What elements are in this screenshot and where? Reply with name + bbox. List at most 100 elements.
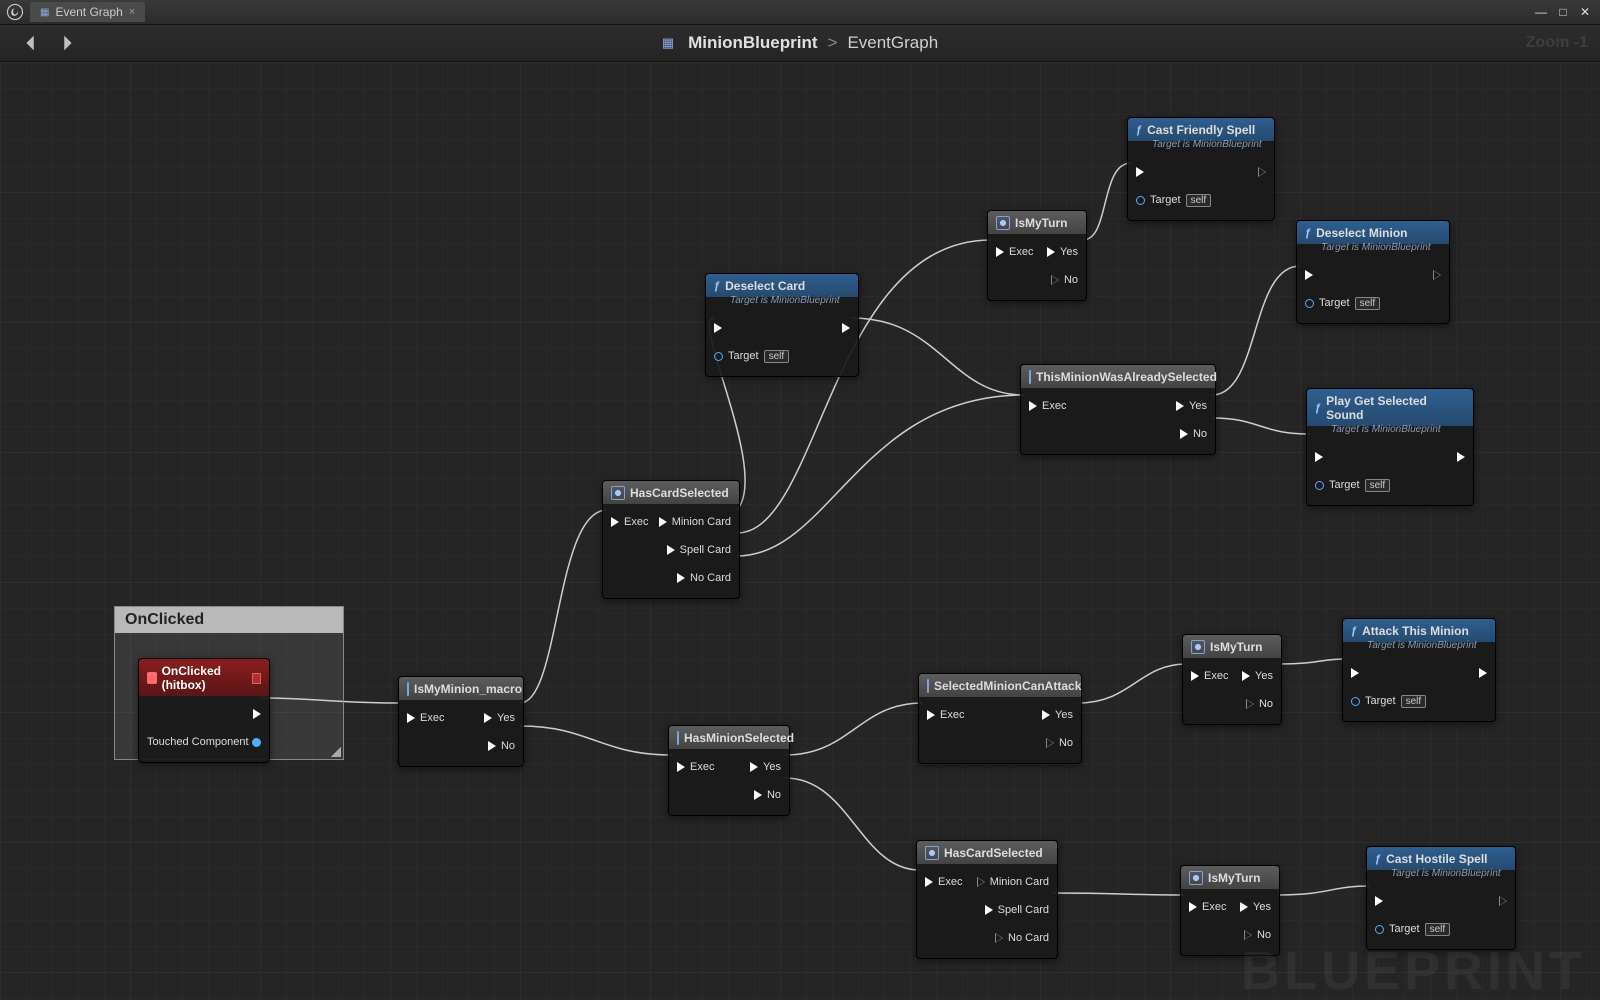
delegate-pin[interactable]	[252, 673, 261, 684]
target-pin[interactable]: Targetself	[1305, 297, 1380, 310]
exec-out-yes-pin[interactable]: Yes	[1176, 400, 1207, 412]
exec-out-yes-pin[interactable]: Yes	[484, 712, 515, 724]
node-title: IsMyTurn	[1210, 640, 1262, 654]
exec-in-pin[interactable]: Exec	[996, 246, 1033, 258]
target-pin[interactable]: Targetself	[1136, 194, 1211, 207]
node-attack-this-minion[interactable]: ƒAttack This Minion Target is MinionBlue…	[1342, 618, 1496, 722]
node-header[interactable]: ƒCast Friendly Spell	[1128, 118, 1274, 141]
node-onclicked-event[interactable]: OnClicked (hitbox) Touched Component	[138, 658, 270, 763]
function-icon: ƒ	[1315, 402, 1321, 414]
exec-out-pin[interactable]	[1457, 452, 1465, 462]
exec-in-pin[interactable]	[1351, 668, 1359, 678]
node-title: Deselect Card	[725, 279, 805, 293]
node-header[interactable]: HasMinionSelected	[669, 726, 789, 749]
node-header[interactable]: HasCardSelected	[917, 841, 1057, 864]
node-header[interactable]: ƒDeselect Minion	[1297, 221, 1449, 244]
resize-handle-icon[interactable]	[331, 747, 341, 757]
node-hascardselected-top[interactable]: HasCardSelected Exec Minion Card Spell Ca…	[602, 480, 740, 599]
exec-in-pin[interactable]	[1305, 270, 1313, 280]
nav-forward-button[interactable]	[56, 32, 78, 54]
exec-out-minioncard-pin[interactable]: Minion Card	[977, 876, 1049, 888]
crumb-graph[interactable]: EventGraph	[847, 33, 938, 53]
node-header[interactable]: ƒAttack This Minion	[1343, 619, 1495, 642]
exec-in-pin[interactable]: Exec	[611, 516, 648, 528]
exec-out-yes-pin[interactable]: Yes	[1242, 670, 1273, 682]
exec-out-no-pin[interactable]: No	[1051, 274, 1078, 286]
macro-icon	[407, 682, 409, 696]
nav-back-button[interactable]	[20, 32, 42, 54]
exec-in-pin[interactable]: Exec	[677, 761, 714, 773]
exec-out-spellcard-pin[interactable]: Spell Card	[667, 544, 731, 556]
target-pin[interactable]: Targetself	[1375, 923, 1450, 936]
editor-tab[interactable]: ▦ Event Graph ×	[30, 2, 145, 22]
node-cast-friendly-spell[interactable]: ƒCast Friendly Spell Target is MinionBlu…	[1127, 117, 1275, 221]
tab-close-icon[interactable]: ×	[129, 6, 135, 18]
node-header[interactable]: IsMyMinion_macro	[399, 677, 523, 700]
exec-out-no-pin[interactable]: No	[1180, 428, 1207, 440]
node-subtitle: Target is MinionBlueprint	[1297, 242, 1449, 257]
node-header[interactable]: IsMyTurn	[988, 211, 1086, 234]
comment-title[interactable]: OnClicked	[115, 607, 343, 633]
exec-in-pin[interactable]: Exec	[1189, 901, 1226, 913]
exec-out-yes-pin[interactable]: Yes	[750, 761, 781, 773]
target-pin[interactable]: Targetself	[1351, 695, 1426, 708]
exec-out-no-pin[interactable]: No	[1246, 698, 1273, 710]
exec-in-pin[interactable]: Exec	[927, 709, 964, 721]
exec-in-pin[interactable]	[1136, 167, 1144, 177]
output-pin-touched[interactable]: Touched Component	[147, 736, 249, 748]
node-selected-minion-can-attack[interactable]: SelectedMinionCanAttack Exec Yes No	[918, 673, 1082, 764]
exec-in-pin[interactable]: Exec	[1029, 400, 1066, 412]
node-deselect-minion[interactable]: ƒDeselect Minion Target is MinionBluepri…	[1296, 220, 1450, 324]
node-ismyturn-top[interactable]: IsMyTurn Exec Yes No	[987, 210, 1087, 301]
exec-out-yes-pin[interactable]: Yes	[1240, 901, 1271, 913]
node-subtitle: Target is MinionBlueprint	[1128, 139, 1274, 154]
exec-in-pin[interactable]	[714, 323, 722, 333]
node-header[interactable]: HasCardSelected	[603, 481, 739, 504]
target-pin[interactable]: Targetself	[714, 350, 789, 363]
exec-in-pin[interactable]: Exec	[1191, 670, 1228, 682]
exec-out-minioncard-pin[interactable]: Minion Card	[659, 516, 731, 528]
exec-in-pin[interactable]	[1375, 896, 1383, 906]
exec-out-pin[interactable]	[1258, 167, 1266, 177]
window-minimize-button[interactable]: —	[1530, 3, 1552, 21]
node-has-minion-selected[interactable]: HasMinionSelected Exec Yes No	[668, 725, 790, 816]
node-deselect-card[interactable]: ƒDeselect Card Target is MinionBlueprint…	[705, 273, 859, 377]
exec-out-no-pin[interactable]: No	[1046, 737, 1073, 749]
window-close-button[interactable]: ✕	[1574, 3, 1596, 21]
target-pin[interactable]: Targetself	[1315, 479, 1390, 492]
exec-out-pin[interactable]	[1433, 270, 1441, 280]
exec-out-no-pin[interactable]: No	[488, 740, 515, 752]
node-title: IsMyTurn	[1208, 871, 1260, 885]
node-already-selected[interactable]: ThisMinionWasAlreadySelected Exec Yes No	[1020, 364, 1216, 455]
exec-out-yes-pin[interactable]: Yes	[1042, 709, 1073, 721]
exec-out-yes-pin[interactable]: Yes	[1047, 246, 1078, 258]
exec-out-pin[interactable]	[1499, 896, 1507, 906]
graph-icon: ▦	[40, 7, 49, 18]
exec-out-no-pin[interactable]: No	[754, 789, 781, 801]
exec-out-pin[interactable]	[253, 709, 261, 719]
exec-out-spellcard-pin[interactable]: Spell Card	[985, 904, 1049, 916]
node-play-selected-sound[interactable]: ƒPlay Get Selected Sound Target is Minio…	[1306, 388, 1474, 506]
node-header[interactable]: ƒPlay Get Selected Sound	[1307, 389, 1473, 426]
exec-out-nocard-pin[interactable]: No Card	[677, 572, 731, 584]
node-header[interactable]: ThisMinionWasAlreadySelected	[1021, 365, 1215, 388]
node-header[interactable]: ƒCast Hostile Spell	[1367, 847, 1515, 870]
exec-out-pin[interactable]	[842, 323, 850, 333]
exec-out-pin[interactable]	[1479, 668, 1487, 678]
exec-out-nocard-pin[interactable]: No Card	[995, 932, 1049, 944]
exec-in-pin[interactable]	[1315, 452, 1323, 462]
node-hascardselected-bottom[interactable]: HasCardSelected Exec Minion Card Spell Ca…	[916, 840, 1058, 959]
node-header[interactable]: IsMyTurn	[1181, 866, 1279, 889]
node-header[interactable]: ƒDeselect Card	[706, 274, 858, 297]
crumb-blueprint[interactable]: MinionBlueprint	[688, 33, 817, 53]
node-header[interactable]: SelectedMinionCanAttack	[919, 674, 1081, 697]
node-ismyminion[interactable]: IsMyMinion_macro Exec Yes No	[398, 676, 524, 767]
exec-in-pin[interactable]: Exec	[925, 876, 962, 888]
node-ismyturn-mid[interactable]: IsMyTurn Exec Yes No	[1182, 634, 1282, 725]
graph-canvas[interactable]: OnClicked OnClicked (hitbox) Touched Com…	[0, 62, 1600, 1000]
exec-in-pin[interactable]: Exec	[407, 712, 444, 724]
node-header[interactable]: IsMyTurn	[1183, 635, 1281, 658]
node-cast-hostile-spell[interactable]: ƒCast Hostile Spell Target is MinionBlue…	[1366, 846, 1516, 950]
window-maximize-button[interactable]: □	[1552, 3, 1574, 21]
node-header[interactable]: OnClicked (hitbox)	[139, 659, 269, 696]
